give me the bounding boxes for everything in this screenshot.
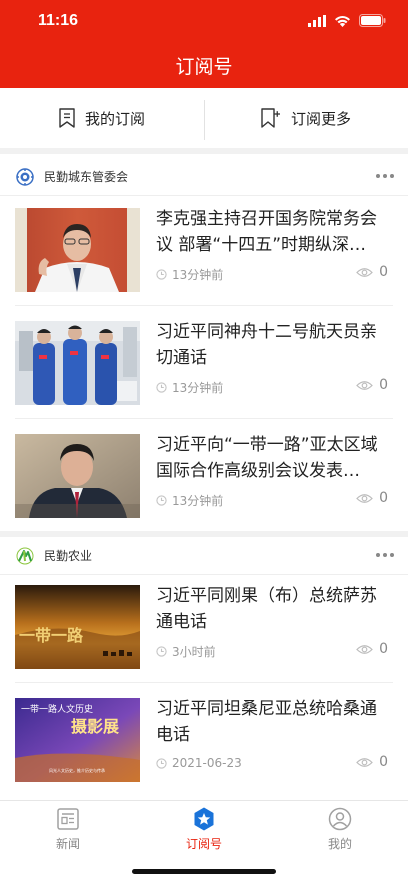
- status-bar: 11:16: [0, 0, 408, 44]
- tab-my-subscriptions[interactable]: 我的订阅: [0, 88, 204, 148]
- news-thumbnail: 一带一路: [15, 585, 140, 669]
- news-meta: 3小时前 0: [156, 641, 388, 661]
- eye-icon: [356, 644, 373, 654]
- news-title: 李克强主持召开国务院常务会议 部署“十四五”时期纵深…: [156, 209, 377, 255]
- divider: [15, 682, 393, 683]
- agriculture-logo-icon: [16, 547, 34, 564]
- news-title: 习近平同神舟十二号航天员亲切通话: [156, 322, 377, 368]
- eye-icon: [356, 493, 373, 503]
- tab-profile[interactable]: 我的: [272, 801, 408, 883]
- news-icon: [57, 808, 79, 830]
- news-meta: 13分钟前 0: [156, 264, 388, 284]
- news-time: 13分钟前: [172, 494, 224, 508]
- news-meta: 13分钟前 0: [156, 377, 388, 397]
- clock-icon: [156, 269, 167, 280]
- thumbnail-text: 一带一路人文历史: [21, 703, 93, 715]
- thumbnail-text: 摄影展: [71, 717, 120, 736]
- news-title: 习近平同坦桑尼亚总统哈桑通电话: [156, 699, 377, 745]
- more-options-icon[interactable]: [376, 174, 394, 178]
- thumbnail-text: 风光人文历史，推介历史与传承: [49, 767, 105, 773]
- clock-icon: [156, 646, 167, 657]
- news-time: 2021-06-23: [172, 756, 242, 770]
- status-icons: [308, 14, 386, 27]
- eye-icon: [356, 267, 373, 277]
- signal-icon: [308, 14, 326, 27]
- source-name: 民勤农业: [44, 549, 93, 563]
- battery-icon: [359, 14, 386, 27]
- wifi-icon: [335, 15, 350, 27]
- tab-news[interactable]: 新闻: [0, 801, 136, 883]
- divider: [15, 418, 393, 419]
- subscription-tabs: 我的订阅 订阅更多: [0, 88, 408, 154]
- news-time: 3小时前: [172, 645, 216, 659]
- eye-icon: [356, 757, 373, 767]
- clock-icon: [156, 757, 167, 769]
- news-time: 13分钟前: [172, 268, 224, 282]
- user-icon: [328, 807, 352, 831]
- page-title: 订阅号: [175, 56, 233, 78]
- news-thumbnail: [15, 208, 140, 292]
- tab-profile-label: 我的: [327, 837, 352, 851]
- clock-icon: [156, 495, 167, 506]
- news-item[interactable]: 一带一路人文历史 摄影展 风光人文历史，推介历史与传承 习近平同坦桑尼亚总统哈桑…: [0, 684, 408, 797]
- bookmark-add-icon: [261, 108, 280, 128]
- section-header-source-2[interactable]: 民勤农业: [0, 537, 408, 575]
- news-thumbnail: 一带一路人文历史 摄影展 风光人文历史，推介历史与传承: [15, 698, 140, 782]
- view-count: 0: [379, 264, 388, 280]
- news-meta: 13分钟前 0: [156, 490, 388, 510]
- news-meta: 2021-06-23 0: [156, 754, 388, 774]
- news-item[interactable]: 一带一路 习近平同刚果（布）总统萨苏通电话 3小时前 0: [0, 571, 408, 684]
- divider: [15, 305, 393, 306]
- news-item[interactable]: 李克强主持召开国务院常务会议 部署“十四五”时期纵深… 13分钟前 0: [0, 194, 408, 307]
- org-logo-icon: [16, 167, 34, 186]
- clock-icon: [156, 382, 167, 393]
- tab-subscriptions-label: 订阅号: [185, 837, 222, 851]
- news-thumbnail: [15, 434, 140, 518]
- tab-subscribe-more[interactable]: 订阅更多: [204, 88, 408, 148]
- news-item[interactable]: 习近平同神舟十二号航天员亲切通话 13分钟前 0: [0, 307, 408, 420]
- news-title: 习近平向“一带一路”亚太区域国际合作高级别会议发表…: [156, 435, 378, 481]
- source-name: 民勤城东管委会: [44, 170, 129, 184]
- tab-my-subscriptions-label: 我的订阅: [84, 109, 145, 128]
- news-title: 习近平同刚果（布）总统萨苏通电话: [156, 586, 377, 632]
- tab-news-label: 新闻: [55, 837, 80, 851]
- section-header-source-1[interactable]: 民勤城东管委会: [0, 158, 408, 196]
- news-item[interactable]: 习近平向“一带一路”亚太区域国际合作高级别会议发表… 13分钟前 0: [0, 420, 408, 533]
- thumbnail-text: 一带一路: [19, 626, 84, 645]
- more-options-icon[interactable]: [376, 553, 394, 557]
- bookmark-icon: [59, 108, 75, 128]
- app-header: 11:16 订阅号: [0, 0, 408, 88]
- home-indicator[interactable]: [132, 869, 276, 874]
- eye-icon: [356, 380, 373, 390]
- view-count: 0: [379, 490, 388, 506]
- view-count: 0: [379, 641, 388, 657]
- view-count: 0: [379, 754, 388, 770]
- status-time: 11:16: [38, 12, 79, 29]
- tab-subscribe-more-label: 订阅更多: [290, 109, 351, 128]
- star-badge-icon: [194, 807, 214, 831]
- view-count: 0: [379, 377, 388, 393]
- news-time: 13分钟前: [172, 381, 224, 395]
- news-thumbnail: [15, 321, 140, 405]
